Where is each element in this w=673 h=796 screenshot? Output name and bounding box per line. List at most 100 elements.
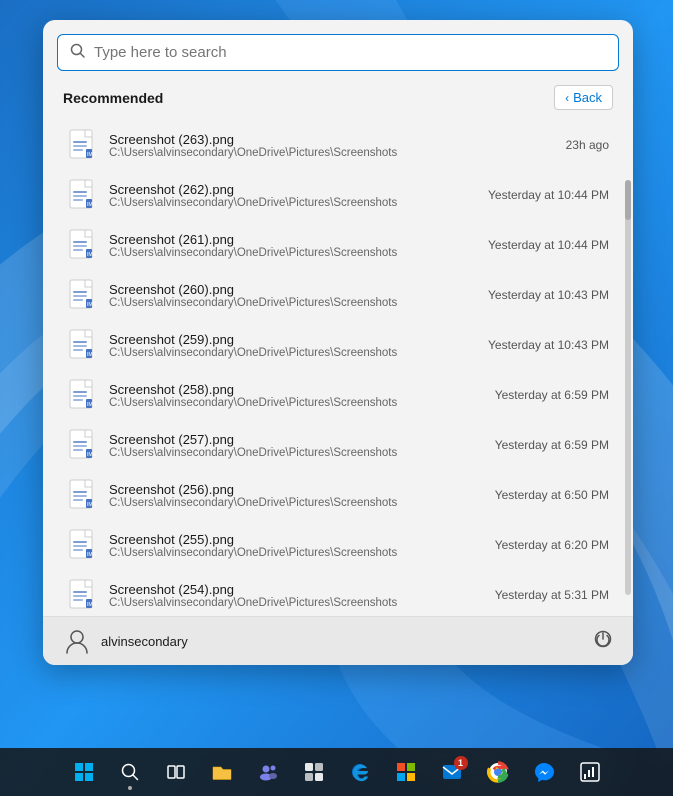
file-path: C:\Users\alvinsecondary\OneDrive\Picture… bbox=[109, 447, 485, 459]
taskbar-item-widgets[interactable] bbox=[294, 752, 334, 792]
file-path: C:\Users\alvinsecondary\OneDrive\Picture… bbox=[109, 547, 485, 559]
file-name: Screenshot (260).png bbox=[109, 282, 478, 297]
taskbar-item-messenger[interactable] bbox=[524, 752, 564, 792]
file-path: C:\Users\alvinsecondary\OneDrive\Picture… bbox=[109, 397, 485, 409]
file-time: Yesterday at 10:44 PM bbox=[488, 188, 609, 202]
file-path: C:\Users\alvinsecondary\OneDrive\Picture… bbox=[109, 147, 556, 159]
file-time: Yesterday at 6:59 PM bbox=[495, 388, 609, 402]
taskbar-search-icon bbox=[120, 762, 140, 782]
mail-badge: 1 bbox=[454, 756, 468, 770]
taskbar-item-explorer[interactable] bbox=[202, 752, 242, 792]
active-indicator bbox=[128, 786, 132, 790]
file-info: Screenshot (262).png C:\Users\alvinsecon… bbox=[109, 182, 478, 209]
file-time: Yesterday at 6:59 PM bbox=[495, 438, 609, 452]
search-bar[interactable] bbox=[57, 34, 619, 71]
user-bar: alvinsecondary bbox=[43, 616, 633, 665]
messenger-icon bbox=[533, 761, 555, 783]
file-info: Screenshot (255).png C:\Users\alvinsecon… bbox=[109, 532, 485, 559]
edge-icon bbox=[349, 761, 371, 783]
file-info: Screenshot (254).png C:\Users\alvinsecon… bbox=[109, 582, 485, 609]
svg-text:IMG: IMG bbox=[87, 602, 97, 608]
file-icon: IMG bbox=[67, 377, 99, 413]
file-icon: IMG bbox=[67, 227, 99, 263]
file-time: Yesterday at 10:43 PM bbox=[488, 288, 609, 302]
svg-text:IMG: IMG bbox=[87, 152, 97, 158]
file-icon: IMG bbox=[67, 327, 99, 363]
taskbar-item-edge[interactable] bbox=[340, 752, 380, 792]
file-time: Yesterday at 5:31 PM bbox=[495, 588, 609, 602]
widgets-icon bbox=[303, 761, 325, 783]
file-item[interactable]: IMG Screenshot (255).png C:\Users\alvins… bbox=[63, 520, 613, 570]
file-info: Screenshot (256).png C:\Users\alvinsecon… bbox=[109, 482, 485, 509]
file-icon: IMG bbox=[67, 277, 99, 313]
taskmanager-icon bbox=[579, 761, 601, 783]
file-name: Screenshot (259).png bbox=[109, 332, 478, 347]
file-icon: IMG bbox=[67, 577, 99, 610]
file-item[interactable]: IMG Screenshot (262).png C:\Users\alvins… bbox=[63, 170, 613, 220]
svg-text:IMG: IMG bbox=[87, 302, 97, 308]
scrollbar[interactable] bbox=[625, 180, 631, 595]
file-name: Screenshot (254).png bbox=[109, 582, 485, 597]
file-info: Screenshot (263).png C:\Users\alvinsecon… bbox=[109, 132, 556, 159]
file-name: Screenshot (257).png bbox=[109, 432, 485, 447]
file-info: Screenshot (259).png C:\Users\alvinsecon… bbox=[109, 332, 478, 359]
svg-text:IMG: IMG bbox=[87, 352, 97, 358]
file-name: Screenshot (255).png bbox=[109, 532, 485, 547]
taskbar-item-search[interactable] bbox=[110, 752, 150, 792]
teams-icon bbox=[257, 761, 279, 783]
file-icon: IMG bbox=[67, 127, 99, 163]
file-list: IMG Screenshot (263).png C:\Users\alvins… bbox=[63, 120, 613, 610]
file-item[interactable]: IMG Screenshot (254).png C:\Users\alvins… bbox=[63, 570, 613, 610]
svg-text:IMG: IMG bbox=[87, 402, 97, 408]
chevron-left-icon: ‹ bbox=[565, 91, 569, 105]
file-item[interactable]: IMG Screenshot (261).png C:\Users\alvins… bbox=[63, 220, 613, 270]
file-item[interactable]: IMG Screenshot (260).png C:\Users\alvins… bbox=[63, 270, 613, 320]
taskbar-item-start[interactable] bbox=[64, 752, 104, 792]
file-path: C:\Users\alvinsecondary\OneDrive\Picture… bbox=[109, 247, 478, 259]
user-avatar-icon bbox=[63, 627, 91, 655]
taskbar-item-taskmanager[interactable] bbox=[570, 752, 610, 792]
windows-icon bbox=[73, 761, 95, 783]
back-button[interactable]: ‹ Back bbox=[554, 85, 613, 110]
file-item[interactable]: IMG Screenshot (257).png C:\Users\alvins… bbox=[63, 420, 613, 470]
file-info: Screenshot (261).png C:\Users\alvinsecon… bbox=[109, 232, 478, 259]
recommended-title: Recommended bbox=[63, 90, 163, 106]
power-button[interactable] bbox=[593, 629, 613, 654]
file-name: Screenshot (263).png bbox=[109, 132, 556, 147]
user-name: alvinsecondary bbox=[101, 634, 188, 649]
taskbar-item-teams[interactable] bbox=[248, 752, 288, 792]
explorer-icon bbox=[211, 761, 233, 783]
file-item[interactable]: IMG Screenshot (259).png C:\Users\alvins… bbox=[63, 320, 613, 370]
file-item[interactable]: IMG Screenshot (258).png C:\Users\alvins… bbox=[63, 370, 613, 420]
chrome-icon bbox=[487, 761, 509, 783]
taskbar-item-taskview[interactable] bbox=[156, 752, 196, 792]
file-item[interactable]: IMG Screenshot (256).png C:\Users\alvins… bbox=[63, 470, 613, 520]
taskbar-item-mail[interactable]: 1 bbox=[432, 752, 472, 792]
file-info: Screenshot (257).png C:\Users\alvinsecon… bbox=[109, 432, 485, 459]
file-name: Screenshot (256).png bbox=[109, 482, 485, 497]
svg-text:IMG: IMG bbox=[87, 452, 97, 458]
file-name: Screenshot (262).png bbox=[109, 182, 478, 197]
taskview-icon bbox=[166, 762, 186, 782]
file-path: C:\Users\alvinsecondary\OneDrive\Picture… bbox=[109, 347, 478, 359]
taskbar-item-store[interactable] bbox=[386, 752, 426, 792]
scrollbar-thumb[interactable] bbox=[625, 180, 631, 220]
file-item[interactable]: IMG Screenshot (263).png C:\Users\alvins… bbox=[63, 120, 613, 170]
file-icon: IMG bbox=[67, 427, 99, 463]
file-path: C:\Users\alvinsecondary\OneDrive\Picture… bbox=[109, 497, 485, 509]
file-time: Yesterday at 10:43 PM bbox=[488, 338, 609, 352]
user-info[interactable]: alvinsecondary bbox=[63, 627, 188, 655]
file-list-container: IMG Screenshot (263).png C:\Users\alvins… bbox=[63, 120, 613, 610]
svg-text:IMG: IMG bbox=[87, 502, 97, 508]
taskbar-item-chrome[interactable] bbox=[478, 752, 518, 792]
back-label: Back bbox=[573, 90, 602, 105]
taskbar: 1 bbox=[0, 748, 673, 796]
file-icon: IMG bbox=[67, 177, 99, 213]
file-icon: IMG bbox=[67, 527, 99, 563]
file-path: C:\Users\alvinsecondary\OneDrive\Picture… bbox=[109, 197, 478, 209]
search-icon bbox=[70, 43, 86, 62]
search-input[interactable] bbox=[94, 44, 606, 61]
file-info: Screenshot (260).png C:\Users\alvinsecon… bbox=[109, 282, 478, 309]
store-icon bbox=[395, 761, 417, 783]
svg-text:IMG: IMG bbox=[87, 552, 97, 558]
